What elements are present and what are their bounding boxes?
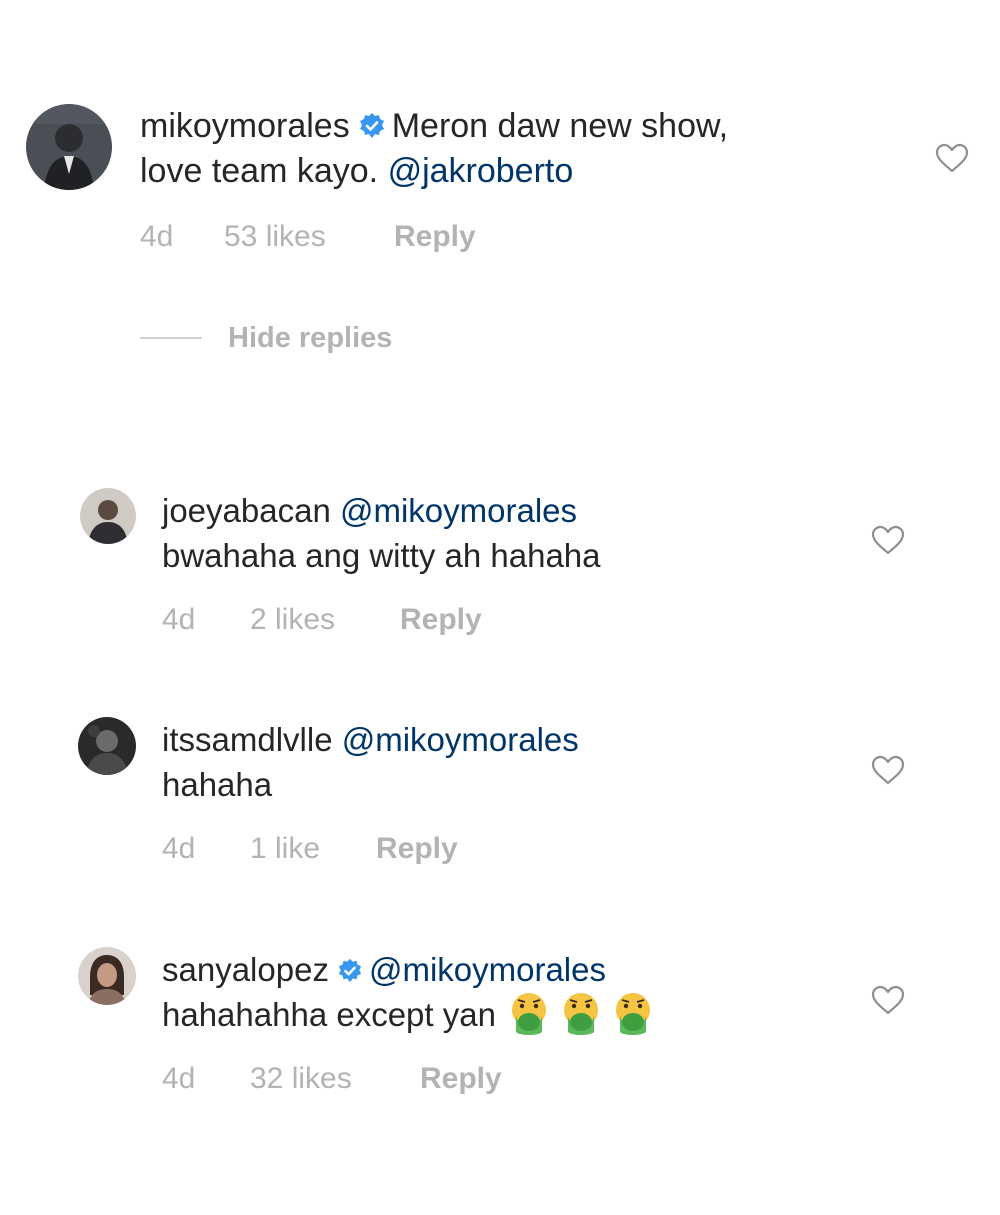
username[interactable]: sanyalopez — [162, 951, 329, 988]
timestamp: 4d — [162, 603, 196, 636]
likes-count[interactable]: 2 likes — [250, 603, 400, 637]
username[interactable]: joeyabacan — [162, 492, 331, 529]
nauseated-face-icon — [562, 992, 600, 1036]
like-heart-icon[interactable] — [870, 754, 906, 786]
nauseated-face-icon — [510, 992, 548, 1036]
like-heart-icon[interactable] — [870, 984, 906, 1016]
timestamp: 4d — [140, 220, 174, 253]
likes-count[interactable]: 32 likes — [250, 1062, 420, 1096]
reply-button[interactable]: Reply — [420, 1062, 502, 1096]
like-heart-icon[interactable] — [870, 524, 906, 556]
avatar[interactable] — [78, 947, 136, 1005]
comment-text: hahaha — [162, 766, 273, 803]
hide-replies-toggle[interactable]: Hide replies — [140, 318, 392, 358]
comment-text: Meron daw new show, — [391, 107, 729, 145]
comment-text: hahahahha except yan — [162, 996, 496, 1033]
like-heart-icon[interactable] — [934, 142, 970, 174]
mention-link[interactable]: @jakroberto — [388, 152, 574, 190]
verified-badge-icon — [358, 112, 386, 140]
mention-link[interactable]: @mikoymorales — [342, 721, 579, 758]
avatar[interactable] — [26, 104, 112, 190]
nauseated-face-icon — [614, 992, 652, 1036]
verified-badge-icon — [337, 958, 363, 984]
reply-button[interactable]: Reply — [400, 603, 482, 637]
reply-button[interactable]: Reply — [394, 220, 476, 254]
avatar[interactable] — [80, 488, 136, 544]
avatar[interactable] — [78, 717, 136, 775]
likes-count[interactable]: 1 like — [250, 832, 376, 866]
comment-text: bwahaha ang witty ah hahaha — [162, 537, 601, 574]
username[interactable]: mikoymorales — [140, 107, 350, 145]
comment-text: love team kayo. — [140, 152, 388, 190]
timestamp: 4d — [162, 832, 196, 865]
mention-link[interactable]: @mikoymorales — [340, 492, 577, 529]
divider — [140, 337, 202, 339]
hide-replies-label[interactable]: Hide replies — [228, 322, 392, 355]
comment-meta: 4d 53 likes Reply — [140, 220, 476, 254]
timestamp: 4d — [162, 1062, 196, 1095]
likes-count[interactable]: 53 likes — [224, 220, 394, 254]
mention-link[interactable]: @mikoymorales — [369, 951, 606, 988]
comment-meta: 4d 32 likes Reply — [162, 1062, 502, 1096]
comment-meta: 4d 1 like Reply — [162, 832, 458, 866]
comment-meta: 4d 2 likes Reply — [162, 603, 482, 637]
username[interactable]: itssamdlvlle — [162, 721, 333, 758]
reply-button[interactable]: Reply — [376, 832, 458, 866]
